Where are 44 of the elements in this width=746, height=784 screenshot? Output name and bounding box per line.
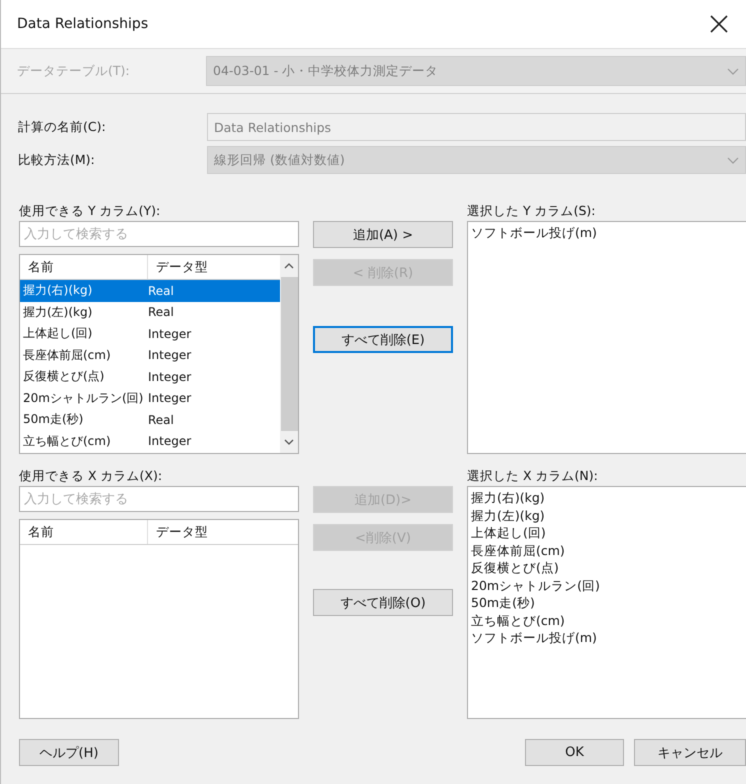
- list-item[interactable]: 50m走(秒): [471, 594, 746, 612]
- column-header[interactable]: データ型: [148, 258, 208, 276]
- list-button[interactable]: すべて削除(E): [313, 326, 453, 353]
- section-label: 選択した Y カラム(S):: [467, 202, 596, 220]
- field-label: 計算の名前(C):: [18, 118, 107, 136]
- column-header[interactable]: データ型: [148, 524, 208, 540]
- help-button[interactable]: ヘルプ(H): [19, 739, 119, 766]
- section-label: 使用できる Y カラム(Y):: [19, 202, 162, 220]
- list-item[interactable]: 握力(左)(kg): [471, 506, 746, 524]
- field-label: 比較方法(M):: [18, 152, 96, 168]
- list-item[interactable]: ソフトボール投げ(m): [471, 629, 746, 646]
- list-item[interactable]: 握力(右)(kg): [471, 489, 746, 506]
- field-label: データテーブル(T):: [17, 62, 131, 80]
- list-button[interactable]: すべて削除(O): [313, 589, 453, 616]
- list-row[interactable]: 握力(左)(kg) Real: [20, 302, 280, 323]
- scroll-down-icon[interactable]: [284, 439, 294, 445]
- chevron-down-icon: [727, 156, 739, 164]
- cancel-button[interactable]: キャンセル: [634, 739, 746, 766]
- ok-button[interactable]: OK: [525, 739, 624, 766]
- list-button[interactable]: 追加(A) >: [313, 221, 453, 248]
- list-item[interactable]: 反復横とび(点): [471, 559, 746, 576]
- list-item[interactable]: 20mシャトルラン(回): [471, 576, 746, 594]
- list-item[interactable]: 上体起し(回): [471, 524, 746, 542]
- chevron-down-icon: [727, 68, 739, 74]
- list-row[interactable]: 上体起し(回) Integer: [20, 323, 280, 344]
- list-row[interactable]: 20mシャトルラン(回) Integer: [20, 388, 280, 409]
- list-row[interactable]: 長座体前屈(cm) Integer: [20, 344, 280, 366]
- scrollbar[interactable]: [280, 255, 298, 453]
- search-field[interactable]: 入力して検索する: [19, 486, 299, 512]
- search-field[interactable]: 入力して検索する: [19, 221, 299, 247]
- column-header[interactable]: 名前: [20, 520, 148, 544]
- list-row[interactable]: 握力(右)(kg) Real: [20, 280, 280, 302]
- list-row[interactable]: 50m走(秒) Real: [20, 409, 280, 430]
- column-header[interactable]: 名前: [20, 255, 148, 279]
- section-label: 使用できる X カラム(X):: [19, 467, 164, 485]
- list-item[interactable]: 立ち幅とび(cm): [471, 612, 746, 629]
- close-icon[interactable]: [710, 15, 728, 33]
- scroll-up-icon[interactable]: [284, 263, 294, 269]
- window-title: Data Relationships: [17, 16, 148, 32]
- list-item[interactable]: 長座体前屈(cm): [471, 542, 746, 559]
- list-row[interactable]: 立ち幅とび(cm) Integer: [20, 430, 280, 452]
- section-label: 選択した X カラム(N):: [467, 467, 599, 485]
- list-item[interactable]: ソフトボール投げ(m): [471, 224, 746, 242]
- list-row[interactable]: 反復横とび(点) Integer: [20, 366, 280, 388]
